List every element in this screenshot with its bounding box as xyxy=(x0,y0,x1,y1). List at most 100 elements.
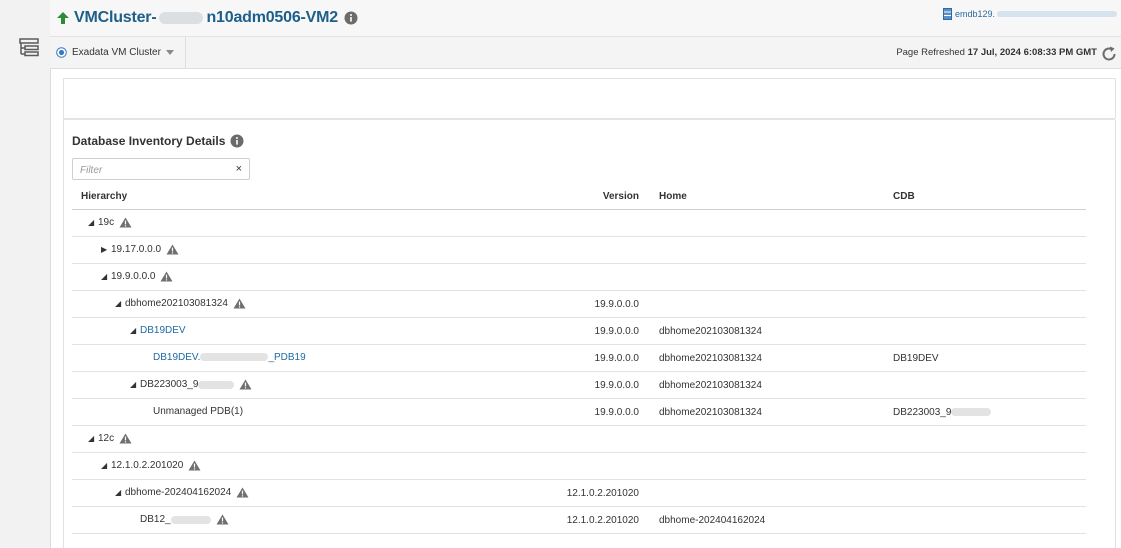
triangle-expanded-icon[interactable]: ◢ xyxy=(115,488,125,497)
warning-icon[interactable] xyxy=(188,460,201,471)
home-cell: dbhome202103081324 xyxy=(659,326,762,337)
cdb-cell: DB223003_9 xyxy=(893,407,992,418)
column-header-hierarchy[interactable]: Hierarchy xyxy=(81,191,127,202)
info-icon[interactable] xyxy=(344,11,358,25)
hierarchy-cell: ◢ dbhome-202404162024 xyxy=(115,487,249,498)
hierarchy-cell: ◢ 12c xyxy=(88,433,132,444)
version-cell: 12.1.0.2.201020 xyxy=(566,515,639,526)
hierarchy-cell: ◢ 12.1.0.2.201020 xyxy=(101,460,201,471)
cdb-cell: DB19DEV xyxy=(893,353,939,364)
warning-icon[interactable] xyxy=(233,298,246,309)
top-panel xyxy=(63,78,1116,119)
hierarchy-cell: ▶ 19.17.0.0.0 xyxy=(101,244,179,255)
table-row[interactable]: ◢ 19c xyxy=(72,210,1086,237)
version-cell: 19.9.0.0.0 xyxy=(594,353,639,364)
table-row[interactable]: ◢ 12.1.0.2.201020 xyxy=(72,453,1086,480)
triangle-expanded-icon[interactable]: ◢ xyxy=(101,272,111,281)
row-label: DB223003_9 xyxy=(140,379,199,390)
hierarchy-cell: ◢ 19c xyxy=(88,217,132,228)
column-header-version[interactable]: Version xyxy=(603,191,639,202)
filter-field: × xyxy=(72,158,250,180)
filter-input[interactable] xyxy=(78,160,232,180)
database-icon xyxy=(942,8,952,20)
table-row[interactable]: ◢ dbhome202103081324 19.9.0.0.0 xyxy=(72,291,1086,318)
hierarchy-cell: DB12_ xyxy=(140,514,229,525)
page-header: VMCluster- n10adm0506-VM2 emdb129. xyxy=(50,0,1121,37)
home-cell: dbhome202103081324 xyxy=(659,353,762,364)
warning-icon[interactable] xyxy=(239,379,252,390)
warning-icon[interactable] xyxy=(216,514,229,525)
target-menu-button[interactable]: Exadata VM Cluster xyxy=(50,37,186,68)
triangle-expanded-icon[interactable]: ◢ xyxy=(88,434,98,443)
home-cell: dbhome202103081324 xyxy=(659,380,762,391)
table-row[interactable]: DB12_ 12.1.0.2.201020 dbhome-20240416202… xyxy=(72,507,1086,534)
redacted-text xyxy=(170,515,211,524)
warning-icon[interactable] xyxy=(166,244,179,255)
hierarchy-cell: ◢ DB19DEV xyxy=(130,325,186,336)
row-label: dbhome202103081324 xyxy=(125,298,228,309)
version-cell: 19.9.0.0.0 xyxy=(594,326,639,337)
radio-icon xyxy=(56,47,67,58)
hierarchy-cell: ◢ 19.9.0.0.0 xyxy=(101,271,173,282)
redacted-text xyxy=(159,12,204,24)
row-label: dbhome-202404162024 xyxy=(125,487,232,498)
hierarchy-cell: ◢ dbhome202103081324 xyxy=(115,298,246,309)
left-rail xyxy=(0,0,51,548)
table-row[interactable]: ◢ DB223003_9 19.9.0.0.0 dbhome2021030813… xyxy=(72,372,1086,399)
warning-icon[interactable] xyxy=(119,433,132,444)
row-label: 19c xyxy=(98,217,115,228)
database-link[interactable]: DB19DEV xyxy=(140,325,186,336)
row-label: 12.1.0.2.201020 xyxy=(111,460,184,471)
inventory-table: Hierarchy Version Home CDB ◢ 19c ▶ 19.17… xyxy=(72,183,1086,534)
title-suffix: n10adm0506-VM2 xyxy=(206,9,338,26)
host-name[interactable]: emdb129. xyxy=(955,9,995,19)
triangle-collapsed-icon[interactable]: ▶ xyxy=(101,245,111,254)
sub-toolbar: Exadata VM Cluster Page Refreshed 17 Jul… xyxy=(50,37,1121,69)
hierarchy-cell: ◢ DB223003_9 xyxy=(130,379,252,390)
warning-icon[interactable] xyxy=(119,217,132,228)
refresh-icon[interactable] xyxy=(1099,44,1119,64)
info-icon[interactable] xyxy=(230,134,244,148)
redacted-text xyxy=(997,11,1117,17)
table-row[interactable]: ▶ 19.17.0.0.0 xyxy=(72,237,1086,264)
row-label: Unmanaged PDB(1) xyxy=(153,406,244,417)
redacted-text xyxy=(200,353,269,362)
version-cell: 19.9.0.0.0 xyxy=(594,299,639,310)
clear-icon[interactable]: × xyxy=(236,163,242,175)
version-cell: 12.1.0.2.201020 xyxy=(566,488,639,499)
table-row[interactable]: DB19DEV. _PDB19 19.9.0.0.0 dbhome20210308… xyxy=(72,345,1086,372)
column-header-cdb[interactable]: CDB xyxy=(893,191,915,202)
caret-down-icon xyxy=(165,49,174,55)
refresh-time: 17 Jul, 2024 6:08:33 PM GMT xyxy=(967,47,1097,58)
triangle-expanded-icon[interactable]: ◢ xyxy=(101,461,111,470)
pdb-link[interactable]: DB19DEV. _PDB19 xyxy=(153,352,306,363)
home-cell: dbhome202103081324 xyxy=(659,407,762,418)
table-row[interactable]: ◢ 19.9.0.0.0 xyxy=(72,264,1086,291)
warning-icon[interactable] xyxy=(160,271,173,282)
version-cell: 19.9.0.0.0 xyxy=(594,380,639,391)
cdb-value: DB223003_9 xyxy=(893,407,952,418)
page-refreshed: Page Refreshed 17 Jul, 2024 6:08:33 PM G… xyxy=(896,47,1097,58)
triangle-expanded-icon[interactable]: ◢ xyxy=(115,299,125,308)
target-menu-label: Exadata VM Cluster xyxy=(72,47,161,58)
pdb-link-prefix: DB19DEV. xyxy=(153,352,201,363)
triangle-expanded-icon[interactable]: ◢ xyxy=(130,380,140,389)
hierarchy-cell: Unmanaged PDB(1) xyxy=(153,406,243,417)
table-row[interactable]: Unmanaged PDB(1) 19.9.0.0.0 dbhome202103… xyxy=(72,399,1086,426)
page-title: VMCluster- n10adm0506-VM2 xyxy=(56,9,358,27)
warning-icon[interactable] xyxy=(236,487,249,498)
host-link[interactable]: emdb129. xyxy=(942,8,1117,20)
title-prefix: VMCluster- xyxy=(74,9,157,26)
pdb-link-suffix: _PDB19 xyxy=(268,352,306,363)
redacted-text xyxy=(951,408,992,417)
table-row[interactable]: ◢ 12c xyxy=(72,426,1086,453)
table-row[interactable]: ◢ dbhome-202404162024 12.1.0.2.201020 xyxy=(72,480,1086,507)
triangle-expanded-icon[interactable]: ◢ xyxy=(130,326,140,335)
navigation-menu-button[interactable] xyxy=(18,36,40,58)
section-title-text: Database Inventory Details xyxy=(72,134,226,148)
column-header-home[interactable]: Home xyxy=(659,191,687,202)
triangle-expanded-icon[interactable]: ◢ xyxy=(88,218,98,227)
menu-icon xyxy=(19,38,39,57)
table-row[interactable]: ◢ DB19DEV 19.9.0.0.0 dbhome202103081324 xyxy=(72,318,1086,345)
redacted-text xyxy=(198,380,235,389)
